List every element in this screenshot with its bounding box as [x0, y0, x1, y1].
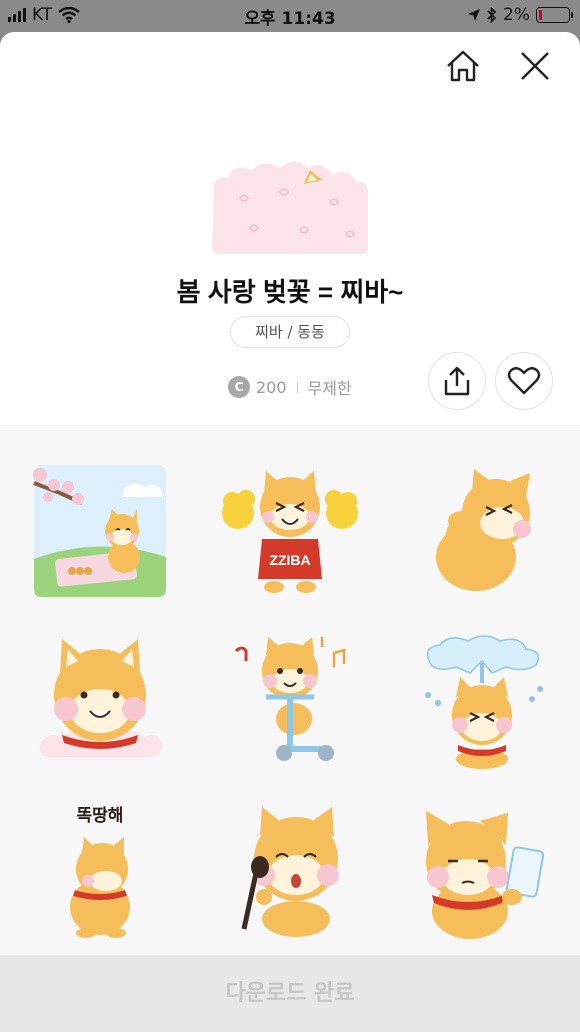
share-icon	[444, 366, 470, 396]
sticker-grid: ZZIBA 똑땅해	[0, 425, 580, 955]
sticker-phone[interactable]	[412, 801, 552, 941]
price-value: 200	[256, 377, 287, 397]
price-row: C 200 무제한	[228, 375, 352, 399]
sticker-fountain[interactable]	[412, 631, 552, 771]
home-button[interactable]	[443, 46, 483, 86]
close-button[interactable]	[515, 46, 555, 86]
sticker-caption: 똑땅해	[77, 806, 124, 826]
divider	[296, 381, 298, 393]
bluetooth-icon	[487, 7, 497, 23]
favorite-button[interactable]	[495, 352, 553, 410]
status-bar: KT 오후 11:43 2%	[0, 0, 580, 32]
close-icon	[521, 52, 549, 80]
sticker-detail-sheet: 봄 사랑 벚꽃 = 찌바~ 찌바 / 동동 C 200 무제한 ZZIBA 똑땅…	[0, 32, 580, 1032]
sticker-laughing[interactable]	[412, 461, 552, 601]
sticker-picnic[interactable]	[30, 461, 170, 601]
download-complete-button[interactable]: 다운로드 완료	[0, 955, 580, 1032]
battery-icon	[536, 7, 573, 23]
share-button[interactable]	[428, 352, 486, 410]
pack-thumbnail	[210, 158, 370, 254]
sticker-smiling[interactable]	[30, 631, 170, 771]
svg-text:ZZIBA: ZZIBA	[269, 552, 310, 568]
location-icon	[468, 9, 481, 21]
status-right: 2%	[467, 5, 573, 25]
heart-icon	[507, 367, 541, 395]
sticker-ttokttakhae[interactable]: 똑땅해	[30, 801, 170, 941]
home-icon	[447, 50, 479, 82]
battery-percent: 2%	[503, 5, 530, 25]
validity-label: 무제한	[307, 379, 352, 398]
coin-icon: C	[228, 376, 250, 398]
sticker-singing[interactable]	[220, 801, 360, 941]
sticker-scooter[interactable]	[220, 631, 360, 771]
author-tag[interactable]: 찌바 / 동동	[230, 316, 350, 348]
pack-title: 봄 사랑 벚꽃 = 찌바~	[176, 277, 404, 307]
sticker-cheerleader[interactable]: ZZIBA	[220, 461, 360, 601]
